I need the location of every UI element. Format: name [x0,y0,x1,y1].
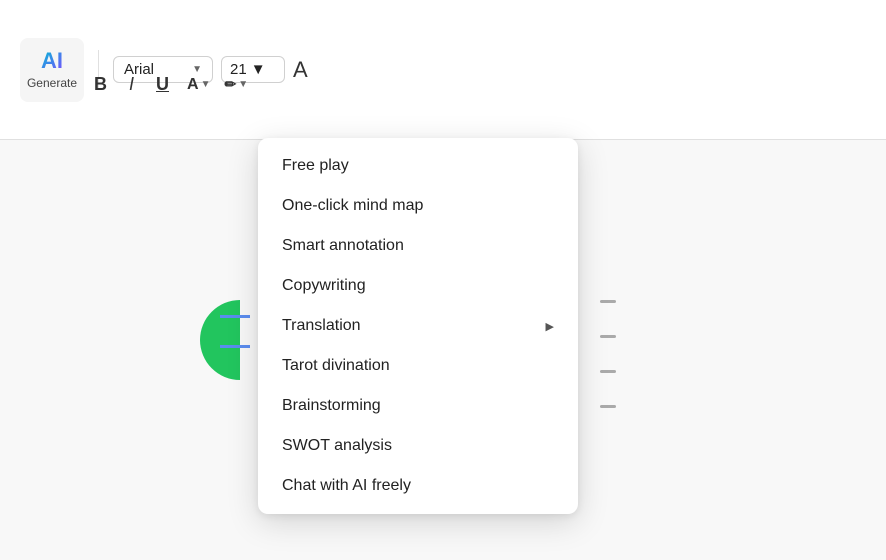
generate-button[interactable]: AI Generate [20,38,84,102]
decorative-line [220,345,250,348]
ai-menu-dropdown: Free play One-click mind map Smart annotat… [258,138,578,514]
format-toolbar: B I U A ▼ ✏ ▼ [90,72,248,97]
chevron-down-icon: ▼ [251,61,266,78]
menu-item-label: Copywriting [282,277,366,295]
ai-icon: AI [41,50,63,72]
menu-item-label: One-click mind map [282,197,423,215]
underline-button[interactable]: U [152,72,173,97]
menu-item[interactable]: Smart annotation [258,226,578,266]
decorative-line [220,315,250,318]
scrollbar [600,300,616,408]
menu-item[interactable]: Copywriting [258,266,578,306]
scroll-tick [600,370,616,373]
menu-item-label: SWOT analysis [282,437,392,455]
bold-button[interactable]: B [90,72,111,97]
menu-item-label: Tarot divination [282,357,390,375]
menu-item[interactable]: Tarot divination [258,346,578,386]
menu-item-label: Brainstorming [282,397,381,415]
menu-item-label: Translation [282,317,361,335]
menu-item-label: Chat with AI freely [282,477,411,495]
toolbar: AI Generate Arial ▼ 21 ▼ A [0,0,886,140]
menu-item[interactable]: Translation ▶ [258,306,578,346]
chevron-down-icon: ▼ [238,79,248,90]
large-a-button[interactable]: A [293,57,308,83]
scroll-tick [600,300,616,303]
menu-item[interactable]: One-click mind map [258,186,578,226]
menu-item[interactable]: Brainstorming [258,386,578,426]
highlight-icon: ✏ [224,76,236,93]
highlight-button[interactable]: ✏ ▼ [224,76,248,93]
font-color-button[interactable]: A ▼ [187,76,210,94]
scroll-tick [600,335,616,338]
chevron-down-icon: ▼ [201,79,211,90]
menu-item[interactable]: Chat with AI freely [258,466,578,506]
scroll-tick [600,405,616,408]
menu-item-label: Free play [282,157,349,175]
italic-button[interactable]: I [125,72,138,97]
chevron-right-icon: ▶ [546,320,554,333]
generate-label: Generate [27,76,77,90]
menu-item[interactable]: Free play [258,146,578,186]
menu-item[interactable]: SWOT analysis [258,426,578,466]
menu-item-label: Smart annotation [282,237,404,255]
font-color-label: A [187,76,199,94]
